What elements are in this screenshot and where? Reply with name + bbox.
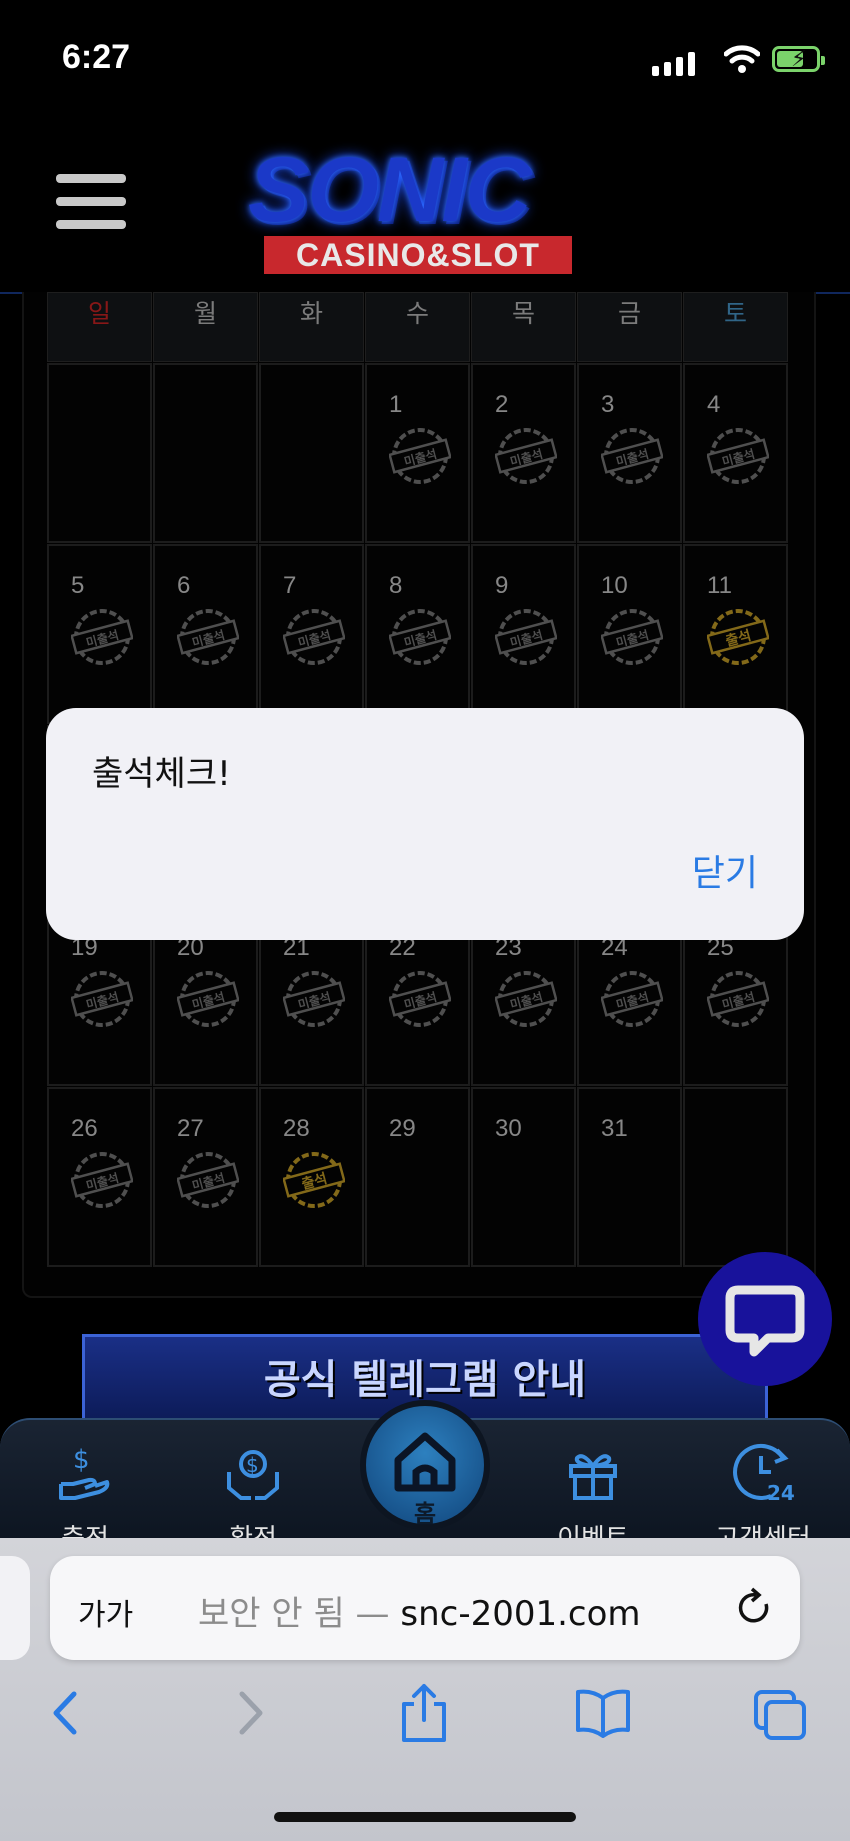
previous-tab-peek[interactable] (0, 1556, 30, 1660)
nav-event[interactable]: 이벤트 (518, 1420, 668, 1555)
alert-close-button[interactable]: 닫기 (692, 844, 758, 896)
address-text: 보안 안 됨 — snc-2001.com (198, 1586, 641, 1635)
status-bar: 6:27 ⚡ (0, 0, 850, 110)
nav-withdraw[interactable]: $ 환전 (178, 1420, 328, 1555)
svg-text:24: 24 (767, 1481, 795, 1504)
share-icon[interactable] (398, 1682, 450, 1744)
bookmarks-icon[interactable] (574, 1688, 632, 1738)
reload-icon[interactable] (734, 1586, 774, 1630)
url-host: snc-2001.com (400, 1594, 641, 1634)
support-24-icon: 24 (733, 1443, 795, 1504)
alert-title: 출석체크! (92, 754, 231, 794)
text-size-button[interactable]: 가가 (78, 1590, 133, 1634)
forward-icon[interactable] (230, 1688, 270, 1738)
svg-text:$: $ (73, 1445, 90, 1475)
chat-bubble-icon (725, 1285, 805, 1357)
logo-sub-text: CASINO&SLOT (264, 236, 572, 274)
home-indicator (274, 1812, 576, 1822)
battery-charging-icon: ⚡ (772, 46, 825, 72)
hamburger-menu-icon[interactable] (56, 174, 126, 243)
site-header: SONIC CASINO&SLOT (0, 110, 850, 294)
not-secure-label: 보안 안 됨 — (198, 1594, 390, 1634)
banner-text: 공식 텔레그램 안내 (263, 1357, 587, 1403)
logo-main-text: SONIC (248, 139, 531, 241)
back-icon[interactable] (46, 1688, 86, 1738)
nav-deposit[interactable]: $ 충전 (10, 1420, 160, 1555)
gift-icon (569, 1454, 617, 1500)
nav-support[interactable]: 24 고객센터 (688, 1420, 838, 1555)
withdraw-icon: $ (227, 1450, 279, 1500)
cellular-signal-icon (652, 52, 695, 76)
nav-home-label: 홈 (413, 1500, 437, 1528)
deposit-icon: $ (59, 1445, 110, 1500)
live-chat-button[interactable] (698, 1252, 832, 1386)
nav-home[interactable]: 홈 (360, 1400, 490, 1530)
wifi-icon (724, 45, 760, 73)
site-logo[interactable]: SONIC CASINO&SLOT (240, 140, 600, 280)
address-bar[interactable]: 가가 보안 안 됨 — snc-2001.com (50, 1556, 800, 1660)
browser-toolbar: 가가 보안 안 됨 — snc-2001.com (0, 1538, 850, 1841)
tabs-icon[interactable] (752, 1688, 810, 1742)
status-time: 6:27 (62, 38, 131, 76)
svg-text:$: $ (246, 1453, 259, 1477)
home-icon (394, 1432, 456, 1492)
attendance-alert-dialog: 출석체크! 닫기 (46, 708, 804, 940)
